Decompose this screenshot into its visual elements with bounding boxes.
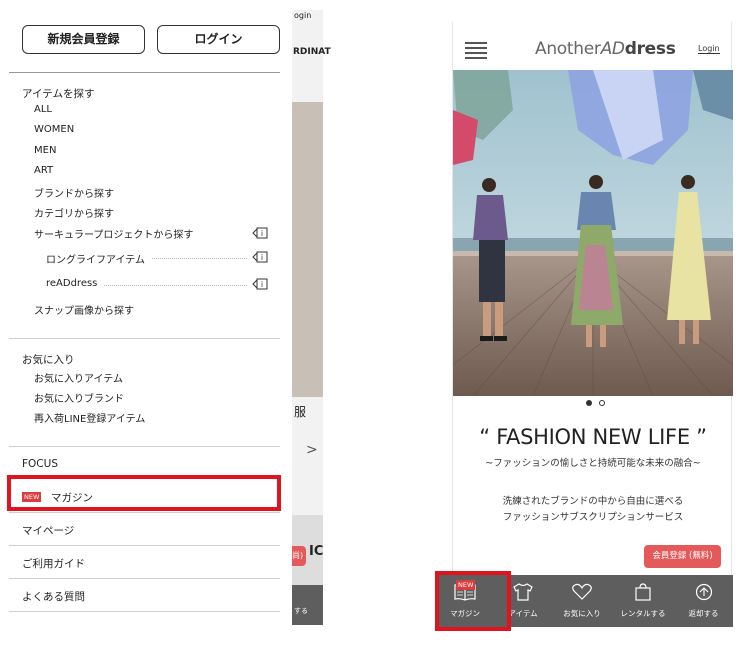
menu-item-mypage[interactable]: マイページ [22, 523, 74, 538]
menu-item-men[interactable]: MEN [34, 145, 56, 156]
carousel-dot-active[interactable] [586, 400, 592, 406]
menu-item-all[interactable]: ALL [34, 104, 52, 115]
description-line-2: ファッションサブスクリプションサービス [502, 512, 684, 523]
highlight-box [7, 475, 281, 511]
mobile-screen: AnotherADdress Login “ FASHION NEW LIFE … [436, 22, 733, 627]
heart-icon [572, 583, 592, 600]
carousel-dot[interactable] [599, 400, 605, 406]
behind-login-text: ogin [294, 11, 312, 20]
behind-badge-text: 尚) [292, 546, 306, 566]
bag-icon [635, 583, 651, 601]
divider [9, 578, 280, 579]
hero-image [453, 70, 733, 396]
hamburger-menu-icon[interactable] [465, 42, 487, 59]
menu-item-snap[interactable]: スナップ画像から探す [34, 302, 134, 317]
menu-item-restock-line[interactable]: 再入荷LINE登録アイテム [34, 410, 145, 425]
info-icon[interactable]: i [252, 227, 268, 239]
behind-ic-text: IC [309, 544, 324, 559]
description-line-1: 洗練されたブランドの中から自由に選べる [502, 496, 684, 507]
divider [9, 72, 280, 73]
behind-chevron-icon: > [306, 442, 318, 458]
register-button[interactable]: 新規会員登録 [22, 25, 145, 54]
underlying-page-strip [292, 10, 323, 625]
tab-label: レンタルする [620, 609, 666, 618]
behind-small-text: する [294, 607, 308, 615]
menu-item-circular[interactable]: サーキュラープロジェクトから探す [34, 226, 193, 241]
side-drawer-menu: 新規会員登録 ログイン アイテムを探す ALL WOMEN MEN ART ブラ… [0, 0, 292, 645]
dotted-line [104, 285, 247, 286]
divider [9, 338, 280, 339]
login-button[interactable]: ログイン [157, 25, 280, 54]
shirt-icon [513, 583, 533, 601]
menu-item-focus[interactable]: FOCUS [22, 458, 58, 470]
menu-item-brand[interactable]: ブランドから探す [34, 185, 114, 200]
tab-favorites[interactable]: お気に入り [552, 575, 612, 627]
svg-text:i: i [261, 253, 263, 262]
menu-item-fav-brands[interactable]: お気に入りブランド [34, 390, 124, 405]
section-heading-favorites: お気に入り [22, 354, 75, 366]
info-icon[interactable]: i [252, 278, 268, 290]
behind-ordinate-text: RDINAT [293, 47, 331, 57]
tab-label: お気に入り [563, 609, 601, 618]
svg-text:i: i [261, 280, 263, 289]
divider [9, 512, 280, 513]
behind-kanji-text: 服 [294, 405, 307, 419]
divider [9, 611, 280, 612]
new-badge: NEW [22, 492, 42, 502]
menu-item-art[interactable]: ART [34, 165, 53, 176]
headline: “ FASHION NEW LIFE ” [479, 425, 707, 449]
menu-item-women[interactable]: WOMEN [34, 124, 74, 135]
tab-label: 返却する [688, 609, 719, 618]
menu-item-guide[interactable]: ご利用ガイド [22, 556, 85, 571]
tab-rent[interactable]: レンタルする [612, 575, 674, 627]
info-icon[interactable]: i [252, 251, 268, 263]
return-icon [695, 583, 712, 601]
divider [9, 446, 280, 447]
menu-item-category[interactable]: カテゴリから探す [34, 205, 114, 220]
divider [9, 545, 280, 546]
svg-text:i: i [261, 229, 263, 238]
new-badge: NEW [456, 580, 476, 590]
menu-item-fav-items[interactable]: お気に入りアイテム [34, 370, 123, 385]
login-link[interactable]: Login [698, 44, 720, 54]
menu-item-readdress[interactable]: reADdress [46, 278, 97, 289]
signup-button[interactable]: 会員登録 (無料) [644, 545, 721, 568]
section-heading-items: アイテムを探す [22, 88, 95, 100]
menu-item-faq[interactable]: よくある質問 [22, 589, 85, 604]
subheadline: ~ファッションの愉しさと持続可能な未来の融合~ [485, 458, 701, 469]
dotted-line [152, 258, 247, 259]
tab-return[interactable]: 返却する [674, 575, 733, 627]
menu-item-longlife[interactable]: ロングライフアイテム [46, 251, 145, 266]
menu-item-magazine[interactable]: マガジン [51, 490, 93, 505]
brand-logo[interactable]: AnotherADdress [535, 39, 676, 59]
